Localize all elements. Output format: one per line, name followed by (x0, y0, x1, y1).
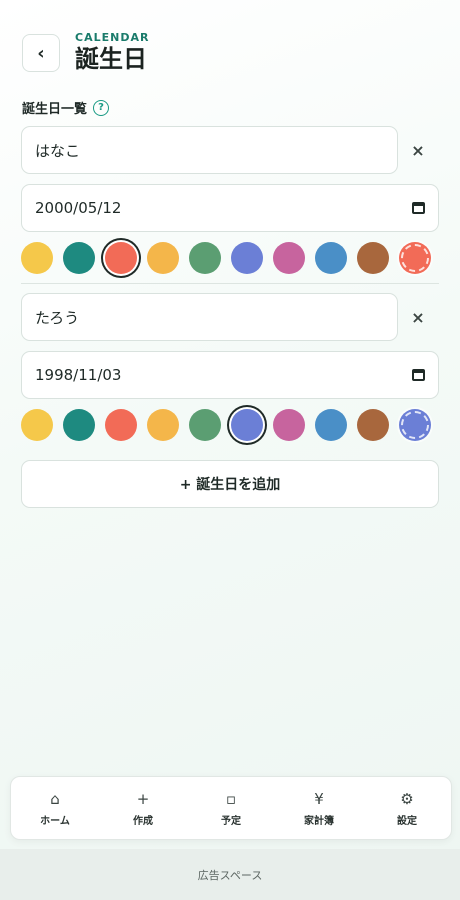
section-label-text: 誕生日一覧 (22, 102, 88, 117)
calendar-icon[interactable] (412, 369, 425, 381)
title-block: CALENDAR 誕生日 (75, 32, 149, 74)
remove-button[interactable]: × (398, 126, 438, 174)
color-swatch[interactable] (189, 409, 221, 441)
color-swatch[interactable] (21, 242, 53, 274)
close-icon: × (411, 307, 425, 327)
color-swatch[interactable] (231, 242, 263, 274)
name-row: × (21, 126, 439, 174)
nav-label: 家計簿 (304, 815, 334, 827)
date-value: 1998/11/03 (35, 366, 122, 384)
gear-icon: ⚙ (400, 789, 414, 808)
remove-button[interactable]: × (398, 293, 438, 341)
color-swatch[interactable] (315, 242, 347, 274)
home-icon: ⌂ (50, 789, 60, 808)
chevron-left-icon: ‹ (37, 42, 45, 64)
back-button[interactable]: ‹ (22, 34, 60, 72)
nav-item-home[interactable]: ⌂ ホーム (11, 777, 99, 839)
date-input[interactable]: 1998/11/03 (21, 351, 439, 399)
nav-label: 予定 (221, 815, 241, 827)
square-icon: ▫ (225, 789, 237, 808)
app-eyebrow: CALENDAR (75, 31, 150, 44)
color-swatch[interactable] (105, 242, 137, 274)
section-label: 誕生日一覧 ? (22, 98, 110, 117)
color-swatch[interactable] (357, 242, 389, 274)
nav-item-create[interactable]: + 作成 (99, 777, 187, 839)
birthday-entry: × 1998/11/03 (21, 293, 439, 441)
nav-item-settings[interactable]: ⚙ 設定 (363, 777, 451, 839)
birthday-entry: × 2000/05/12 (21, 126, 439, 274)
nav-item-schedule[interactable]: ▫ 予定 (187, 777, 275, 839)
add-birthday-button[interactable]: + 誕生日を追加 (21, 460, 439, 508)
nav-label: ホーム (40, 815, 70, 827)
name-input[interactable] (21, 126, 398, 174)
color-swatch[interactable] (21, 409, 53, 441)
color-swatch[interactable] (357, 409, 389, 441)
color-swatch[interactable] (63, 409, 95, 441)
entry-divider (21, 283, 439, 284)
name-row: × (21, 293, 439, 341)
ad-space: 広告スペース (0, 849, 460, 900)
custom-color-swatch[interactable] (399, 242, 431, 274)
color-swatch[interactable] (231, 409, 263, 441)
bottom-nav: ⌂ ホーム + 作成 ▫ 予定 ¥ 家計簿 ⚙ 設定 (10, 776, 452, 840)
close-icon: × (411, 140, 425, 160)
color-swatch[interactable] (273, 409, 305, 441)
color-picker (21, 242, 431, 274)
color-swatch[interactable] (147, 242, 179, 274)
plus-icon: + (136, 789, 150, 808)
date-input[interactable]: 2000/05/12 (21, 184, 439, 232)
color-swatch[interactable] (315, 409, 347, 441)
custom-color-swatch[interactable] (399, 409, 431, 441)
name-input[interactable] (21, 293, 398, 341)
color-swatch[interactable] (105, 409, 137, 441)
color-picker (21, 409, 431, 441)
nav-item-budget[interactable]: ¥ 家計簿 (275, 777, 363, 839)
yen-icon: ¥ (314, 789, 324, 808)
date-value: 2000/05/12 (35, 199, 122, 217)
page-title: 誕生日 (75, 45, 147, 73)
color-swatch[interactable] (189, 242, 221, 274)
color-swatch[interactable] (63, 242, 95, 274)
page-header: ‹ CALENDAR 誕生日 (22, 32, 149, 74)
calendar-icon[interactable] (412, 202, 425, 214)
nav-label: 設定 (397, 815, 417, 827)
nav-label: 作成 (133, 815, 153, 827)
help-icon[interactable]: ? (93, 99, 110, 116)
color-swatch[interactable] (273, 242, 305, 274)
color-swatch[interactable] (147, 409, 179, 441)
